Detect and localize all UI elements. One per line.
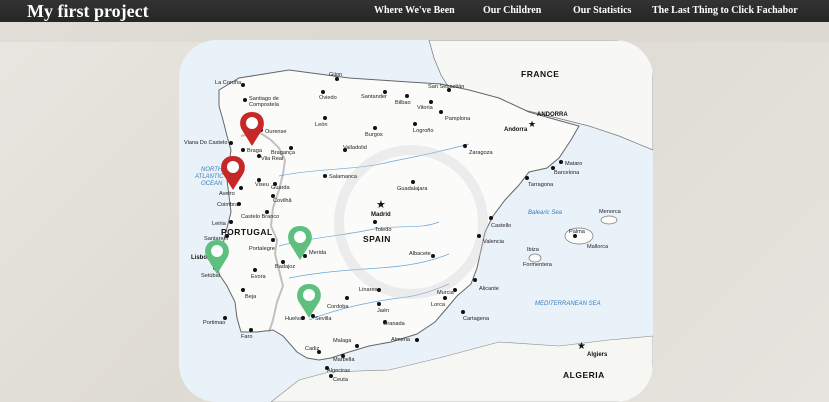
label-la-coruna: La Coruña <box>215 80 242 86</box>
label-sea-atlantic: ATLANTIC <box>194 174 224 180</box>
label-oviedo: Oviedo <box>319 95 337 101</box>
label-zaragoza: Zaragoza <box>469 150 494 156</box>
label-gijon: Gijon <box>329 72 342 78</box>
label-cadiz: Cadiz <box>305 346 320 352</box>
capital-star-andorra: ★ <box>528 119 536 129</box>
nav-last-thing[interactable]: The Last Thing to Click Fachabor <box>652 5 798 16</box>
label-andorra-country: ANDORRA <box>537 112 568 118</box>
label-cartagena: Cartagena <box>463 316 490 322</box>
menorca-island <box>600 215 618 225</box>
label-lorca: Lorca <box>431 302 446 308</box>
nav-our-statistics[interactable]: Our Statistics <box>573 5 631 16</box>
label-pamplona: Pamplona <box>445 116 471 122</box>
label-madrid: Madrid <box>371 212 391 218</box>
iberia-map: FRANCE ANDORRA PORTUGAL SPAIN ALGERIA NO… <box>179 40 653 402</box>
label-malaga: Malaga <box>333 338 352 344</box>
label-coimbra: Coimbra <box>217 202 239 208</box>
label-murcia: Murcia <box>437 290 455 296</box>
label-albacete: Albacete <box>409 251 431 257</box>
label-bilbao: Bilbao <box>395 100 411 106</box>
label-santander: Santander <box>361 94 387 100</box>
label-leiria: Leiria <box>212 221 227 227</box>
label-castelo-branco: Castelo Branco <box>241 214 279 220</box>
label-mallorca: Mallorca <box>587 244 609 250</box>
label-linares: Linares <box>359 287 378 293</box>
ibiza-island <box>528 253 542 263</box>
label-algiers: Algiers <box>587 352 608 358</box>
label-formentera: Formentera <box>523 262 553 268</box>
label-mataro: Mataro <box>565 161 582 167</box>
label-guarda: Guarda <box>271 185 291 191</box>
label-granada: Granada <box>383 321 406 327</box>
label-evora: Evora <box>251 274 267 280</box>
label-portimao: Portimao <box>203 320 225 326</box>
label-algeria: ALGERIA <box>563 370 605 380</box>
label-almeria: Almeria <box>391 337 411 343</box>
label-sea-ocean: OCEAN <box>201 181 223 187</box>
label-viseu: Viseu <box>255 182 269 188</box>
label-huelva: Huelva <box>285 316 303 322</box>
label-leon: León <box>315 122 327 128</box>
label-algeciras: Algeciras <box>327 368 350 374</box>
label-balearic-sea: Balearic Sea <box>528 210 563 216</box>
label-andorra-city: Andorra <box>504 127 528 133</box>
label-mediterranean-sea: MEDITERRANEAN SEA <box>535 301 601 307</box>
label-ibiza: Ibiza <box>527 247 540 253</box>
label-merida: Merida <box>309 250 327 256</box>
label-palma: Palma <box>569 229 586 235</box>
label-vila-real: Vila Real <box>261 156 283 162</box>
nav-links: Where We've Been Our Children Our Statis… <box>0 0 829 22</box>
capital-star-madrid: ★ <box>376 199 386 211</box>
label-vitoria: Vitoria <box>417 105 434 111</box>
label-alicante: Alicante <box>479 286 499 292</box>
label-compostela: Compostela <box>249 102 280 108</box>
label-covilha: Covilhã <box>273 198 293 204</box>
background-band <box>0 22 829 42</box>
label-badajoz: Badajoz <box>275 264 295 270</box>
map-card: FRANCE ANDORRA PORTUGAL SPAIN ALGERIA NO… <box>179 40 653 402</box>
label-guadalajara: Guadalajara <box>397 186 428 192</box>
label-logrono: Logroño <box>413 128 434 134</box>
label-valladolid: Valladolid <box>343 145 367 151</box>
label-aveiro: Aveiro <box>219 191 235 197</box>
label-castello: Castello <box>491 223 511 229</box>
label-barcelona: Barcelona <box>554 170 580 176</box>
nav-our-children[interactable]: Our Children <box>483 5 541 16</box>
label-jaen: Jaén <box>377 308 389 314</box>
label-menorca: Menorca <box>599 209 622 215</box>
label-valencia: Valencia <box>483 239 505 245</box>
label-tarragona: Tarragona <box>528 182 554 188</box>
label-cordoba: Cordoba <box>327 304 349 310</box>
label-toledo: Toledo <box>375 227 391 233</box>
label-beja: Beja <box>245 294 257 300</box>
label-sevilla: Sevilla <box>315 316 332 322</box>
label-setubal: Setúbal <box>201 273 220 279</box>
label-ceuta: Ceuta <box>333 377 349 383</box>
label-salamanca: Salamanca <box>329 174 358 180</box>
capital-star-algiers: ★ <box>577 341 586 352</box>
top-navbar: My first project Where We've Been Our Ch… <box>0 0 829 22</box>
label-marbella: Marbella <box>333 357 355 363</box>
label-france: FRANCE <box>521 69 559 79</box>
label-viana: Viana Do Castelo <box>184 140 227 146</box>
label-sea-north: NORTH <box>201 167 223 173</box>
label-spain: SPAIN <box>363 234 391 244</box>
nav-where-weve-been[interactable]: Where We've Been <box>374 5 455 16</box>
label-san-sebastian: San Sebastián <box>428 84 464 90</box>
label-faro: Faro <box>241 334 253 340</box>
label-ourense: Ourense <box>265 129 286 135</box>
label-portalegre: Portalegre <box>249 246 275 252</box>
label-burgos: Burgos <box>365 132 383 138</box>
label-braga: Braga <box>247 148 263 154</box>
